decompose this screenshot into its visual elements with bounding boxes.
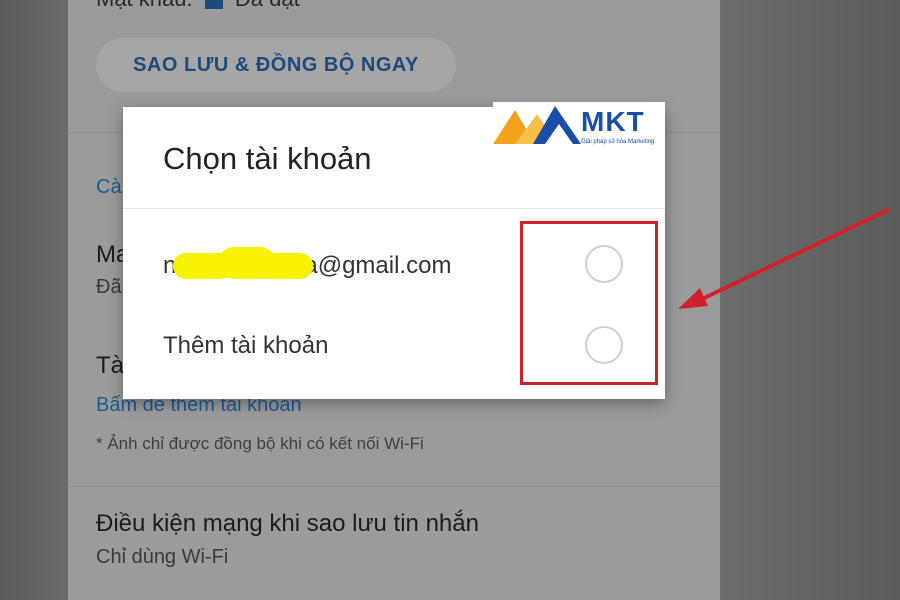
red-arrow-icon bbox=[678, 208, 890, 309]
